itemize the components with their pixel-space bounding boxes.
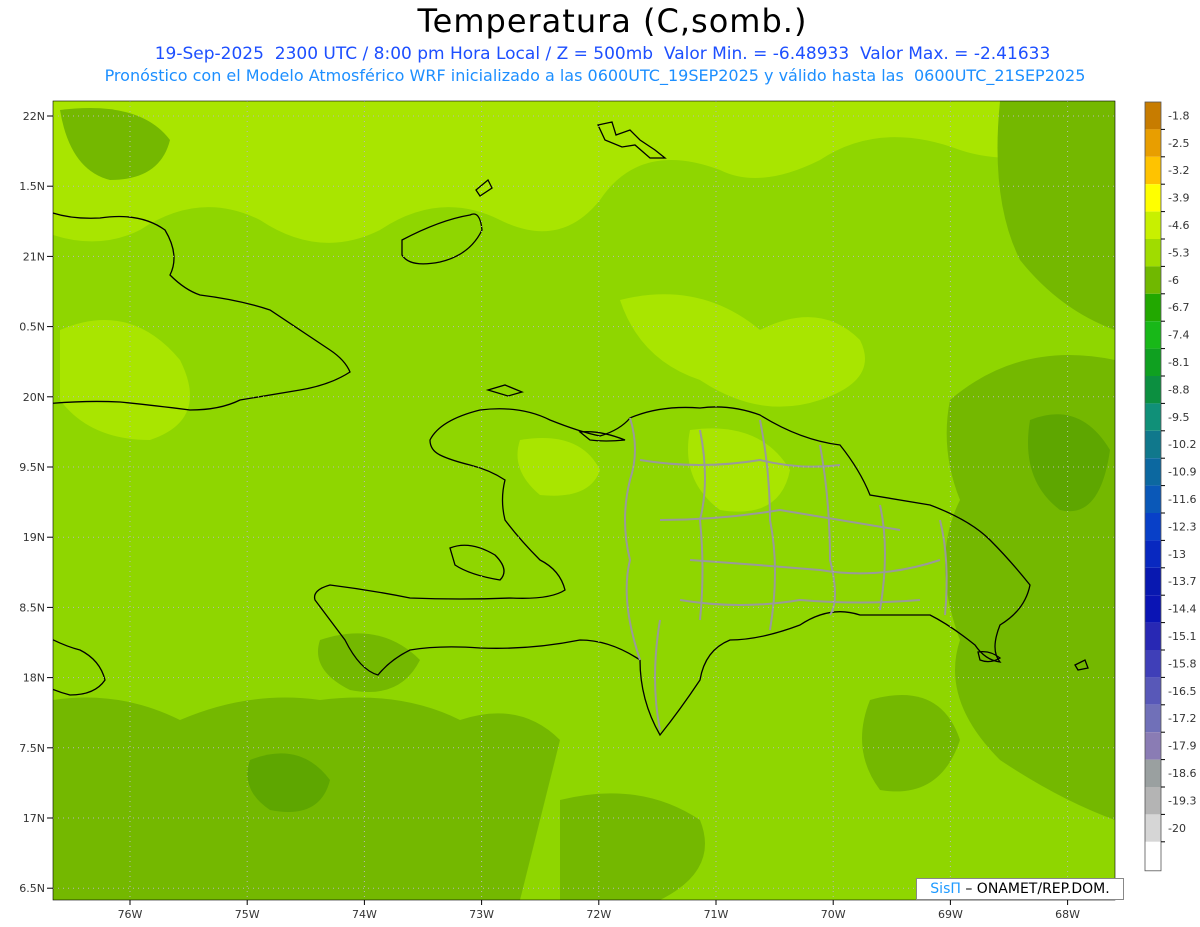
legend-label: -10.2 (1168, 438, 1196, 451)
lat-label: 8.5N (19, 601, 45, 614)
legend-swatch (1145, 348, 1161, 376)
legend-label: -18.6 (1168, 767, 1196, 780)
legend-label: -15.8 (1168, 657, 1196, 670)
legend-swatch (1145, 759, 1161, 787)
legend-swatch (1145, 403, 1161, 431)
lat-label: 22N (23, 110, 45, 123)
legend-label: -15.1 (1168, 630, 1196, 643)
legend-swatch (1145, 376, 1161, 404)
lat-label: 20N (23, 391, 45, 404)
legend-label: -13 (1168, 548, 1186, 561)
legend-label: -8.1 (1168, 356, 1189, 369)
legend-swatch (1145, 458, 1161, 486)
lat-label: 9.5N (19, 461, 45, 474)
credit-box: SisΠ – ONAMET/REP.DOM. (916, 878, 1124, 900)
legend-label: -17.2 (1168, 712, 1196, 725)
legend-swatch (1145, 430, 1161, 459)
lat-label: 21N (23, 250, 45, 263)
legend-swatch (1145, 595, 1161, 623)
legend-label: -5.3 (1168, 246, 1189, 259)
legend-swatch (1145, 239, 1161, 267)
legend-swatch (1145, 321, 1161, 349)
legend-swatch (1145, 293, 1161, 322)
legend-label: -7.4 (1168, 329, 1189, 342)
legend-swatch (1145, 677, 1161, 705)
legend-label: -6 (1168, 274, 1179, 287)
credit-brand: SisΠ (930, 881, 961, 897)
legend-swatch (1145, 513, 1161, 541)
lat-label: 17N (23, 812, 45, 825)
legend-swatch (1145, 732, 1161, 760)
lat-label: 1.5N (19, 180, 45, 193)
lat-label: 6.5N (19, 882, 45, 895)
credit-text: – ONAMET/REP.DOM. (960, 881, 1110, 897)
lon-label: 75W (235, 908, 260, 921)
lat-label: 0.5N (19, 321, 45, 334)
legend-swatch (1145, 211, 1161, 239)
lon-label: 76W (118, 908, 143, 921)
lon-label: 74W (352, 908, 377, 921)
legend-swatch (1145, 814, 1161, 842)
legend-swatch (1145, 622, 1161, 650)
legend-label: -17.9 (1168, 740, 1196, 753)
legend-label: -16.5 (1168, 685, 1196, 698)
temperature-field (53, 101, 1115, 900)
lat-label: 18N (23, 672, 45, 685)
lon-label: 73W (469, 908, 494, 921)
lat-label: 7.5N (19, 742, 45, 755)
legend-label: -12.3 (1168, 520, 1196, 533)
legend-label: -20 (1168, 822, 1186, 835)
legend-swatch (1145, 184, 1161, 212)
legend-label: -11.6 (1168, 493, 1196, 506)
legend-label: -9.5 (1168, 411, 1189, 424)
lon-label: 70W (821, 908, 846, 921)
legend-swatch (1145, 156, 1161, 185)
lat-label: 19N (23, 531, 45, 544)
legend-label: -3.2 (1168, 164, 1189, 177)
legend-label: -10.9 (1168, 466, 1196, 479)
legend-label: -14.4 (1168, 603, 1196, 616)
legend-label: -8.8 (1168, 383, 1189, 396)
forecast-map: 76W 75W 74W 73W 72W 71W 70W 69W 68W 22N 1.5N 21N 0.5… (19, 100, 1196, 921)
legend-swatch (1145, 102, 1161, 130)
legend-swatch (1145, 129, 1161, 157)
color-legend: -1.8 -2.5 -3.2 -3.9 -4.6 -5.3 -6 -6.7 -7.4 -8.1 -8… (1144, 101, 1196, 872)
legend-swatch (1145, 266, 1161, 294)
legend-label: -6.7 (1168, 301, 1189, 314)
legend-label: -3.9 (1168, 192, 1189, 205)
legend-swatch-empty (1145, 841, 1161, 871)
legend-swatch (1145, 485, 1161, 513)
lon-label: 69W (938, 908, 963, 921)
legend-label: -1.8 (1168, 109, 1189, 122)
legend-swatch (1145, 704, 1161, 733)
legend-swatch (1145, 650, 1161, 678)
legend-swatch (1145, 567, 1161, 596)
lon-label: 71W (704, 908, 729, 921)
legend-label: -2.5 (1168, 137, 1189, 150)
legend-label: -13.7 (1168, 575, 1196, 588)
legend-label: -19.3 (1168, 794, 1196, 807)
legend-swatch (1145, 540, 1161, 568)
lon-label: 68W (1055, 908, 1080, 921)
legend-label: -4.6 (1168, 219, 1189, 232)
lon-label: 72W (586, 908, 611, 921)
legend-swatch (1145, 787, 1161, 815)
